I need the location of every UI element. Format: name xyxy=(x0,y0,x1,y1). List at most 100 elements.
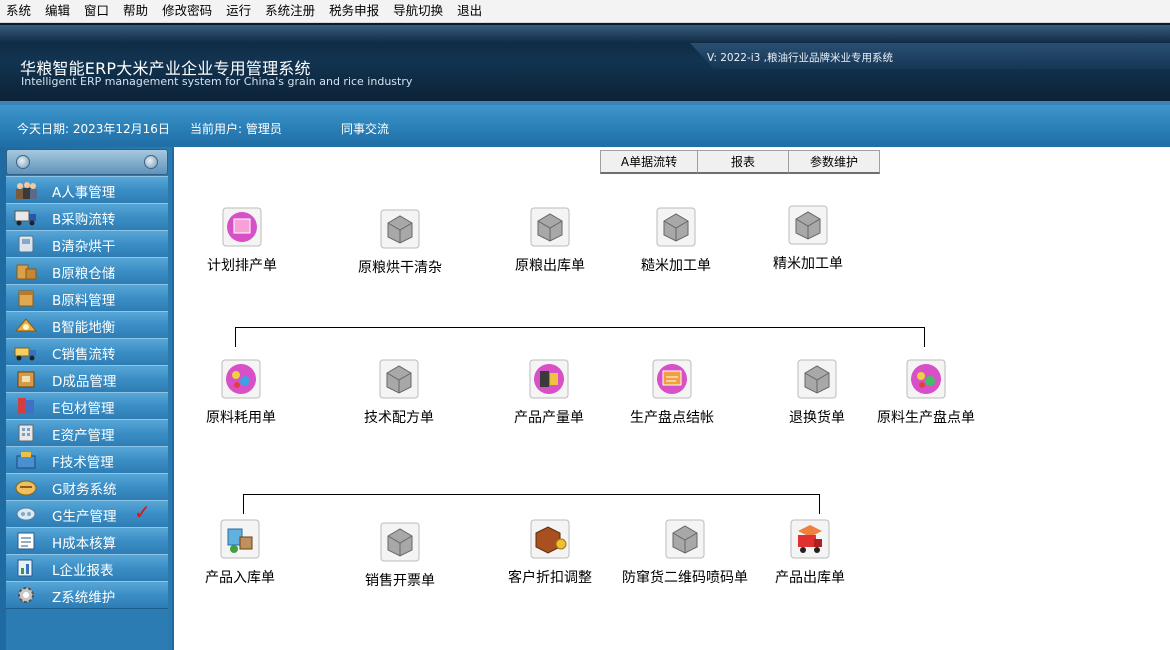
building-icon xyxy=(18,424,34,442)
production-icon xyxy=(16,507,36,521)
product-box-icon xyxy=(17,371,35,388)
sidebar-item-label: B智能地衡 xyxy=(52,320,116,336)
node-label: 客户折扣调整 xyxy=(508,570,592,586)
node-label: 防窜货二维码喷码单 xyxy=(622,570,748,586)
menu-register[interactable]: 系统注册 xyxy=(258,0,322,22)
gray-box-icon xyxy=(379,359,419,399)
sidebar-item-label: E资产管理 xyxy=(52,428,115,444)
node-label: 原料耗用单 xyxy=(206,410,276,426)
node-label: 产品入库单 xyxy=(205,570,275,586)
sidebar-item-material[interactable]: B原料管理 xyxy=(6,284,168,312)
node-label: 销售开票单 xyxy=(365,573,435,589)
sidebar-item-label: Z系统维护 xyxy=(52,590,116,606)
boxes-icon xyxy=(16,264,37,280)
menu-window[interactable]: 窗口 xyxy=(77,0,116,22)
header-shine xyxy=(0,25,1170,43)
app-subtitle: Intelligent ERP management system for Ch… xyxy=(21,75,413,88)
sidebar-item-grain-storage[interactable]: B原粮仓储 xyxy=(6,257,168,285)
doc-flow-button[interactable]: A单据流转 xyxy=(600,150,698,174)
sidebar-item-sales[interactable]: C销售流转 xyxy=(6,338,168,366)
menu-system[interactable]: 系统 xyxy=(0,0,38,22)
stock-out-icon xyxy=(790,519,830,559)
gray-box-icon xyxy=(656,207,696,247)
sidebar-item-packaging[interactable]: E包材管理 xyxy=(6,392,168,420)
menu-edit[interactable]: 编辑 xyxy=(38,0,77,22)
menu-exit[interactable]: 退出 xyxy=(450,0,489,22)
sidebar-item-label: A人事管理 xyxy=(52,185,116,201)
menu-help[interactable]: 帮助 xyxy=(116,0,155,22)
gray-box-icon xyxy=(797,359,837,399)
connector-row2-right xyxy=(924,327,925,347)
sidebar-item-cost[interactable]: H成本核算 xyxy=(6,527,168,555)
sidebar-item-finance[interactable]: G财务系统 xyxy=(6,473,168,501)
connector-row3-right xyxy=(819,494,820,514)
sidebar-item-label: D成品管理 xyxy=(52,374,117,390)
gray-box-icon xyxy=(380,209,420,249)
node-label: 原粮出库单 xyxy=(515,258,585,274)
colleague-exchange-link[interactable]: 同事交流 xyxy=(341,120,389,137)
inventory-icon xyxy=(652,359,692,399)
gray-box-icon xyxy=(530,207,570,247)
sidebar-item-label: B采购流转 xyxy=(52,212,116,228)
discount-icon xyxy=(530,519,570,559)
sidebar-item-hr[interactable]: A人事管理 xyxy=(6,176,168,204)
sidebar-item-label: H成本核算 xyxy=(52,536,117,552)
truck-icon xyxy=(14,210,36,226)
node-label: 产品出库单 xyxy=(775,570,845,586)
menu-change-password[interactable]: 修改密码 xyxy=(155,0,219,22)
sidebar-item-label: E包材管理 xyxy=(52,401,115,417)
gray-box-icon xyxy=(665,519,705,559)
version-text: V: 2022-i3 ,粮油行业品牌米业专用系统 xyxy=(707,52,893,64)
stock-in-icon xyxy=(220,519,260,559)
report-button[interactable]: 报表 xyxy=(697,150,789,174)
sidebar-header xyxy=(6,149,168,175)
params-button[interactable]: 参数维护 xyxy=(788,150,880,174)
node-label: 技术配方单 xyxy=(364,410,434,426)
material-inventory-icon xyxy=(906,359,946,399)
gray-box-icon xyxy=(380,522,420,562)
menu-tax[interactable]: 税务申报 xyxy=(322,0,386,22)
people-icon xyxy=(16,182,37,199)
connector-row3-left xyxy=(243,494,244,514)
menu-nav-switch[interactable]: 导航切换 xyxy=(386,0,450,22)
material-use-icon xyxy=(221,359,261,399)
sidebar-left-knob-icon[interactable] xyxy=(16,155,30,169)
sidebar-item-label: G财务系统 xyxy=(52,482,117,498)
sidebar-item-reports[interactable]: L企业报表 xyxy=(6,554,168,582)
box-icon xyxy=(18,290,34,307)
node-label: 生产盘点结帐 xyxy=(630,410,714,426)
delivery-truck-icon xyxy=(14,347,36,361)
plan-icon xyxy=(222,207,262,247)
sidebar-right-knob-icon[interactable] xyxy=(144,155,158,169)
sidebar-item-label: B原粮仓储 xyxy=(52,266,116,282)
gear-icon xyxy=(18,587,34,603)
sidebar-item-finished-goods[interactable]: D成品管理 xyxy=(6,365,168,393)
sidebar-item-assets[interactable]: E资产管理 xyxy=(6,419,168,447)
node-label: 计划排产单 xyxy=(207,258,277,274)
sidebar-item-label: C销售流转 xyxy=(52,347,116,363)
app-header: 华粮智能ERP大米产业企业专用管理系统 Intelligent ERP mana… xyxy=(0,25,1170,105)
sidebar-item-label: F技术管理 xyxy=(52,455,114,471)
scale-icon xyxy=(14,318,38,332)
connector-row2-left xyxy=(235,327,236,347)
menu-run[interactable]: 运行 xyxy=(219,0,258,22)
active-check-icon: ✓ xyxy=(134,500,151,524)
tech-icon xyxy=(16,452,36,469)
main-panel: A单据流转 报表 参数维护 计划排产单 原粮烘干清杂 原粮出库单 糙米加工单 精… xyxy=(172,147,1170,650)
sidebar-item-production[interactable]: G生产管理 ✓ xyxy=(6,500,168,528)
node-label: 糙米加工单 xyxy=(641,258,711,274)
finance-icon xyxy=(15,480,37,496)
sidebar-item-tech[interactable]: F技术管理 xyxy=(6,446,168,474)
ledger-icon xyxy=(17,532,35,550)
sidebar-item-cleaning[interactable]: B清杂烘干 xyxy=(6,230,168,258)
node-label: 精米加工单 xyxy=(773,256,843,272)
connector-row2 xyxy=(235,327,925,328)
report-icon xyxy=(17,559,33,577)
sidebar-item-purchase[interactable]: B采购流转 xyxy=(6,203,168,231)
gray-box-icon xyxy=(788,205,828,245)
sidebar-item-label: B清杂烘干 xyxy=(52,239,116,255)
sidebar-item-label: G生产管理 xyxy=(52,509,117,525)
sidebar-item-scale[interactable]: B智能地衡 xyxy=(6,311,168,339)
connector-row3 xyxy=(243,494,820,495)
sidebar-item-system[interactable]: Z系统维护 xyxy=(6,581,168,609)
